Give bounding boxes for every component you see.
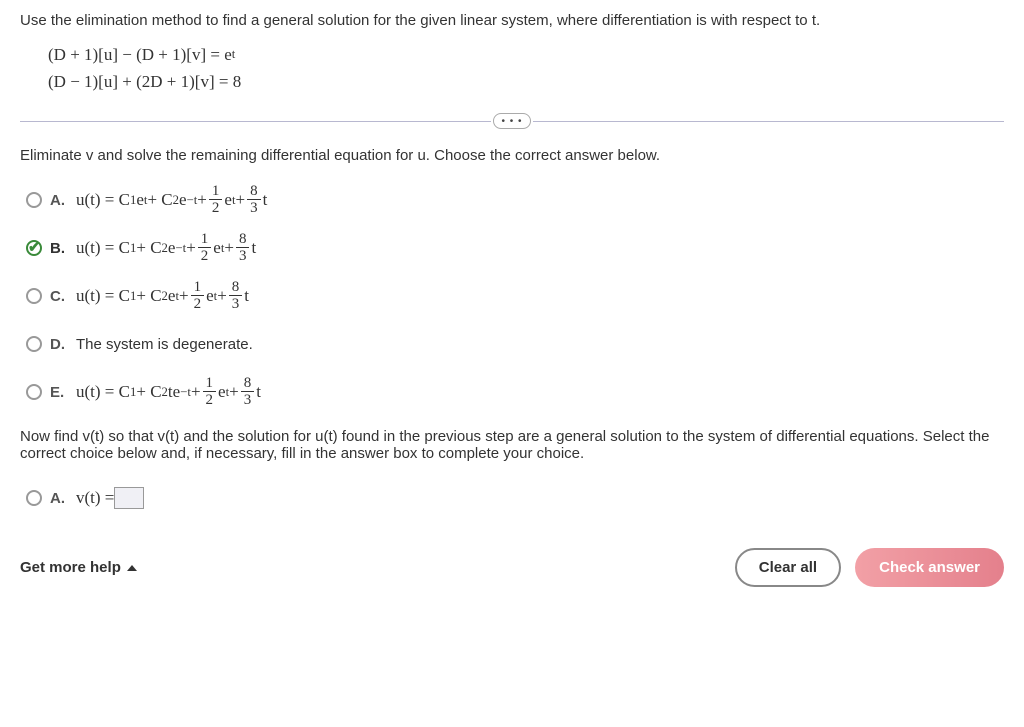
radio-b[interactable] [26,240,42,256]
choice-e[interactable]: E. u(t) = C1 + C2te−t + 12 et + 83t [26,372,1004,412]
equation-2: (D − 1)[u] + (2D + 1)[v] = 8 [48,68,241,95]
choice-a[interactable]: A. u(t) = C1 et + C2 e−t + 12 et + 83t [26,180,1004,220]
choice-letter: B. [50,240,68,257]
choice-c-math: u(t) = C1 + C2 et + 12 et + 83t [76,280,249,313]
sub-question-2: Now find v(t) so that v(t) and the solut… [20,428,1004,462]
radio-d[interactable] [26,336,42,352]
clear-all-button[interactable]: Clear all [735,548,841,587]
choice-d[interactable]: D. The system is degenerate. [26,324,1004,364]
radio-2a[interactable] [26,490,42,506]
choice-b[interactable]: B. u(t) = C1 + C2 e−t + 12 et + 83t [26,228,1004,268]
choice-letter: E. [50,384,68,401]
get-help-label: Get more help [20,559,121,576]
answer-input-v[interactable] [114,487,144,509]
choice-letter: C. [50,288,68,305]
triangle-up-icon [127,565,137,571]
choice-b-math: u(t) = C1 + C2 e−t + 12 et + 83t [76,232,256,265]
choice-a-math: u(t) = C1 et + C2 e−t + 12 et + 83t [76,184,267,217]
radio-c[interactable] [26,288,42,304]
choice-2a-text: v(t) = [76,488,114,508]
expand-dots[interactable]: • • • [493,113,531,129]
choices-group-1: A. u(t) = C1 et + C2 e−t + 12 et + 83t B… [26,180,1004,412]
get-more-help-button[interactable]: Get more help [20,559,137,576]
choice-c[interactable]: C. u(t) = C1 + C2 et + 12 et + 83t [26,276,1004,316]
action-buttons: Clear all Check answer [735,548,1004,587]
choice-2a[interactable]: A. v(t) = [26,478,1004,518]
choice-e-math: u(t) = C1 + C2te−t + 12 et + 83t [76,376,261,409]
choice-letter: A. [50,490,68,507]
equation-1: (D + 1)[u] − (D + 1)[v] = et [48,41,235,68]
radio-e[interactable] [26,384,42,400]
choice-letter: D. [50,336,68,353]
footer-bar: Get more help Clear all Check answer [20,544,1004,587]
question-prompt: Use the elimination method to find a gen… [20,12,1004,29]
check-answer-button[interactable]: Check answer [855,548,1004,587]
system-equations: (D + 1)[u] − (D + 1)[v] = et (D − 1)[u] … [48,41,1004,95]
section-divider: • • • [20,113,1004,129]
choice-d-text: The system is degenerate. [76,336,253,353]
radio-a[interactable] [26,192,42,208]
choices-group-2: A. v(t) = [26,478,1004,518]
sub-question-1: Eliminate v and solve the remaining diff… [20,147,1004,164]
choice-letter: A. [50,192,68,209]
